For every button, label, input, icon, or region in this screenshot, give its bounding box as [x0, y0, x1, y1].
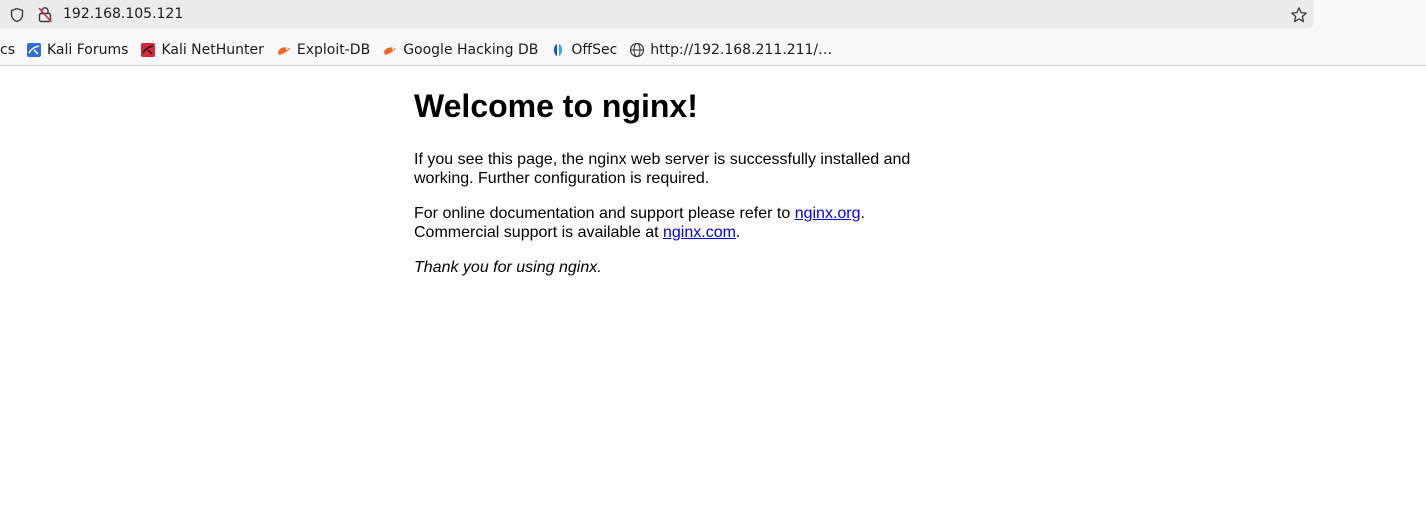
docs-period: . — [860, 205, 865, 222]
commercial-text: Commercial support is available at — [414, 224, 663, 241]
docs-text: For online documentation and support ple… — [414, 205, 795, 222]
bookmark-exploit-db[interactable]: Exploit-DB — [276, 38, 370, 62]
thanks-text: Thank you for using nginx. — [414, 259, 602, 276]
bookmark-kali-forums[interactable]: Kali Forums — [26, 38, 128, 62]
bookmark-offsec[interactable]: OffSec — [550, 38, 617, 62]
intro-paragraph: If you see this page, the nginx web serv… — [414, 151, 911, 187]
docs-paragraph: For online documentation and support ple… — [414, 204, 934, 242]
bookmark-label: Exploit-DB — [296, 42, 371, 58]
commercial-period: . — [735, 224, 741, 241]
browser-toolbar: 192.168.105.121 cs Kali Forums Kali NetH… — [0, 0, 1426, 66]
bookmark-label: Google Hacking DB — [403, 42, 539, 58]
kali-forums-icon — [27, 43, 41, 57]
nginx-com-link[interactable]: nginx.com — [663, 224, 736, 241]
offsec-icon — [554, 44, 563, 56]
nginx-welcome-content: Welcome to nginx! If you see this page, … — [414, 84, 934, 293]
globe-icon — [630, 42, 645, 58]
page-title: Welcome to nginx! — [414, 88, 698, 124]
insecure-lock-icon[interactable] — [37, 6, 53, 23]
bookmark-label: http://192.168.211.211/… — [650, 42, 833, 58]
exploit-db-icon — [277, 47, 290, 55]
nginx-org-link[interactable]: nginx.org — [795, 205, 861, 222]
url-text[interactable]: 192.168.105.121 — [63, 6, 183, 22]
bookmarks-toolbar: cs Kali Forums Kali NetHunter Exploit-DB — [0, 38, 832, 62]
bookmark-google-hacking-db[interactable]: Google Hacking DB — [382, 38, 538, 62]
ghdb-icon — [384, 47, 397, 55]
bookmark-label: Kali Forums — [47, 42, 129, 58]
bookmark-cs[interactable]: cs — [0, 38, 15, 62]
bookmark-star-icon[interactable] — [1290, 6, 1308, 24]
bookmark-label: Kali NetHunter — [161, 42, 264, 58]
bookmark-label: OffSec — [571, 42, 618, 58]
kali-nethunter-icon — [141, 43, 156, 57]
bookmark-label: cs — [0, 42, 15, 58]
bookmark-kali-nethunter[interactable]: Kali NetHunter — [140, 38, 264, 62]
shield-icon[interactable] — [9, 7, 25, 23]
page-viewport: Welcome to nginx! If you see this page, … — [0, 66, 1426, 513]
thanks-paragraph: Thank you for using nginx. — [414, 258, 934, 277]
address-bar[interactable]: 192.168.105.121 — [0, 0, 1314, 29]
bookmark-http-192-168-211-211[interactable]: http://192.168.211.211/… — [629, 38, 832, 62]
